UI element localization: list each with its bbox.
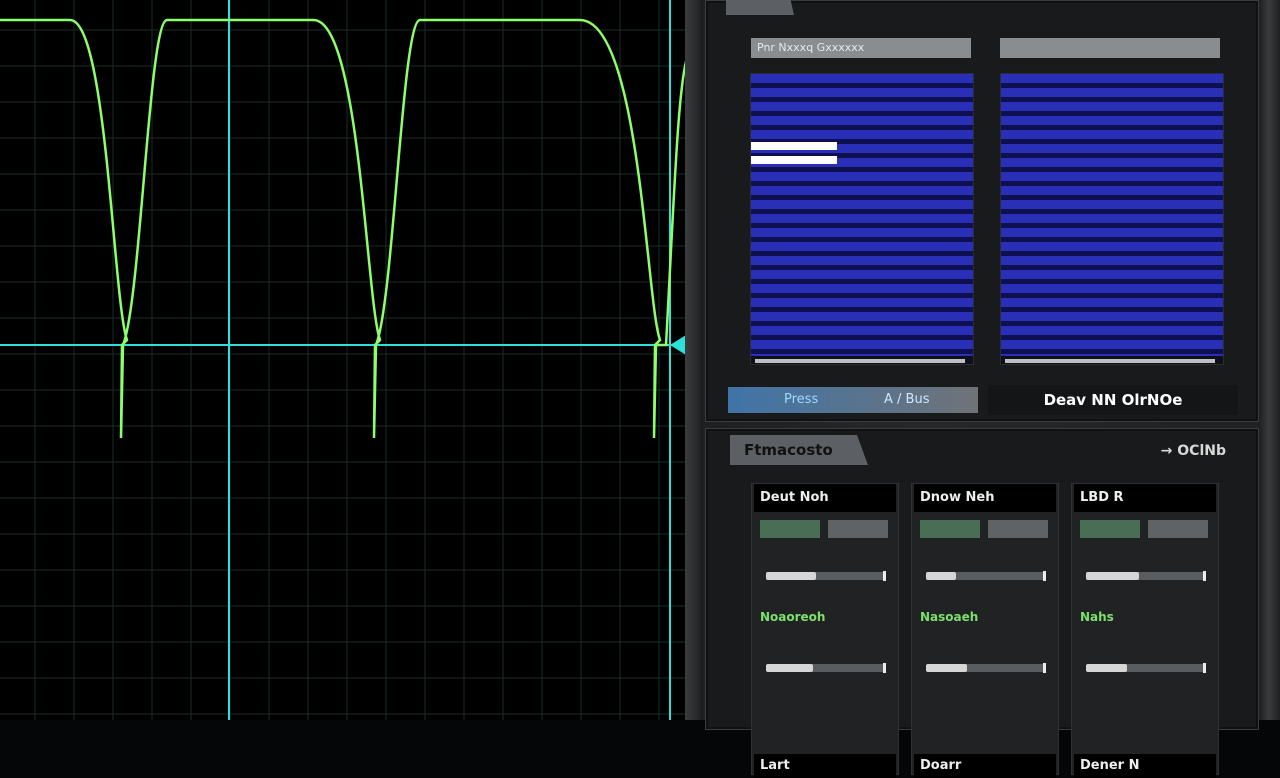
channel-footer: Lart [754,754,896,778]
mode-strip[interactable]: Press A / Bus [728,387,978,413]
right-list-header [1000,38,1220,58]
channel-mode-label: Noaoreoh [760,610,826,624]
channel-footer: Dener N [1074,754,1216,778]
channel-strip: Deut Noh Noaoreoh Lart [751,483,899,778]
signal-trace [0,18,685,439]
channel-corner-text: → OClNb [1160,443,1226,459]
channel-header: LBD R [1074,484,1216,512]
decode-section: Pnr Nxxxq Gxxxxxx Press A / Bus Deav NN … [705,0,1259,422]
strip-right-label[interactable]: A / Bus [884,387,929,413]
selected-row[interactable] [751,156,837,164]
channel-offset-slider[interactable] [1086,663,1206,673]
channel-off-button[interactable] [828,520,888,538]
left-list-header: Pnr Nxxxq Gxxxxxx [751,38,971,58]
channel-header: Deut Noh [754,484,896,512]
channel-gain-slider[interactable] [926,571,1046,581]
channel-strip: LBD R Nahs Dener N [1071,483,1219,778]
trigger-marker-icon [670,335,685,355]
panel-bezel [685,0,703,720]
channel-mode-label: Nahs [1080,610,1114,624]
selected-row[interactable] [751,142,837,150]
channel-on-button[interactable] [1080,520,1140,538]
channel-off-button[interactable] [1148,520,1208,538]
channel-gain-slider[interactable] [766,571,886,581]
waveform-plot [0,0,685,720]
channel-strip: Dnow Neh Nasoaeh Doarr [911,483,1059,778]
decode-tab[interactable] [726,0,794,15]
right-list-scrollbar[interactable] [1005,359,1215,363]
channel-tab[interactable]: Ftmacosto [730,435,868,465]
channel-mode-label: Nasoaeh [920,610,979,624]
left-list-scrollbar[interactable] [755,359,965,363]
channel-offset-slider[interactable] [926,663,1046,673]
channel-footer: Doarr [914,754,1056,778]
channel-section: Ftmacosto → OClNb Deut Noh Noaoreoh Lart… [705,428,1259,778]
channel-on-button[interactable] [760,520,820,538]
channel-on-button[interactable] [920,520,980,538]
oscilloscope-display[interactable] [0,0,685,720]
control-panel: Pnr Nxxxq Gxxxxxx Press A / Bus Deav NN … [685,0,1280,778]
right-packet-list[interactable] [1000,73,1224,365]
decode-button[interactable]: Deav NN OlrNOe [988,385,1238,415]
left-packet-list[interactable] [750,73,974,365]
channel-off-button[interactable] [988,520,1048,538]
channel-gain-slider[interactable] [1086,571,1206,581]
scope-grid [0,0,685,720]
strip-left-label[interactable]: Press [784,387,818,413]
channel-offset-slider[interactable] [766,663,886,673]
panel-rail [1258,0,1280,720]
channel-header: Dnow Neh [914,484,1056,512]
